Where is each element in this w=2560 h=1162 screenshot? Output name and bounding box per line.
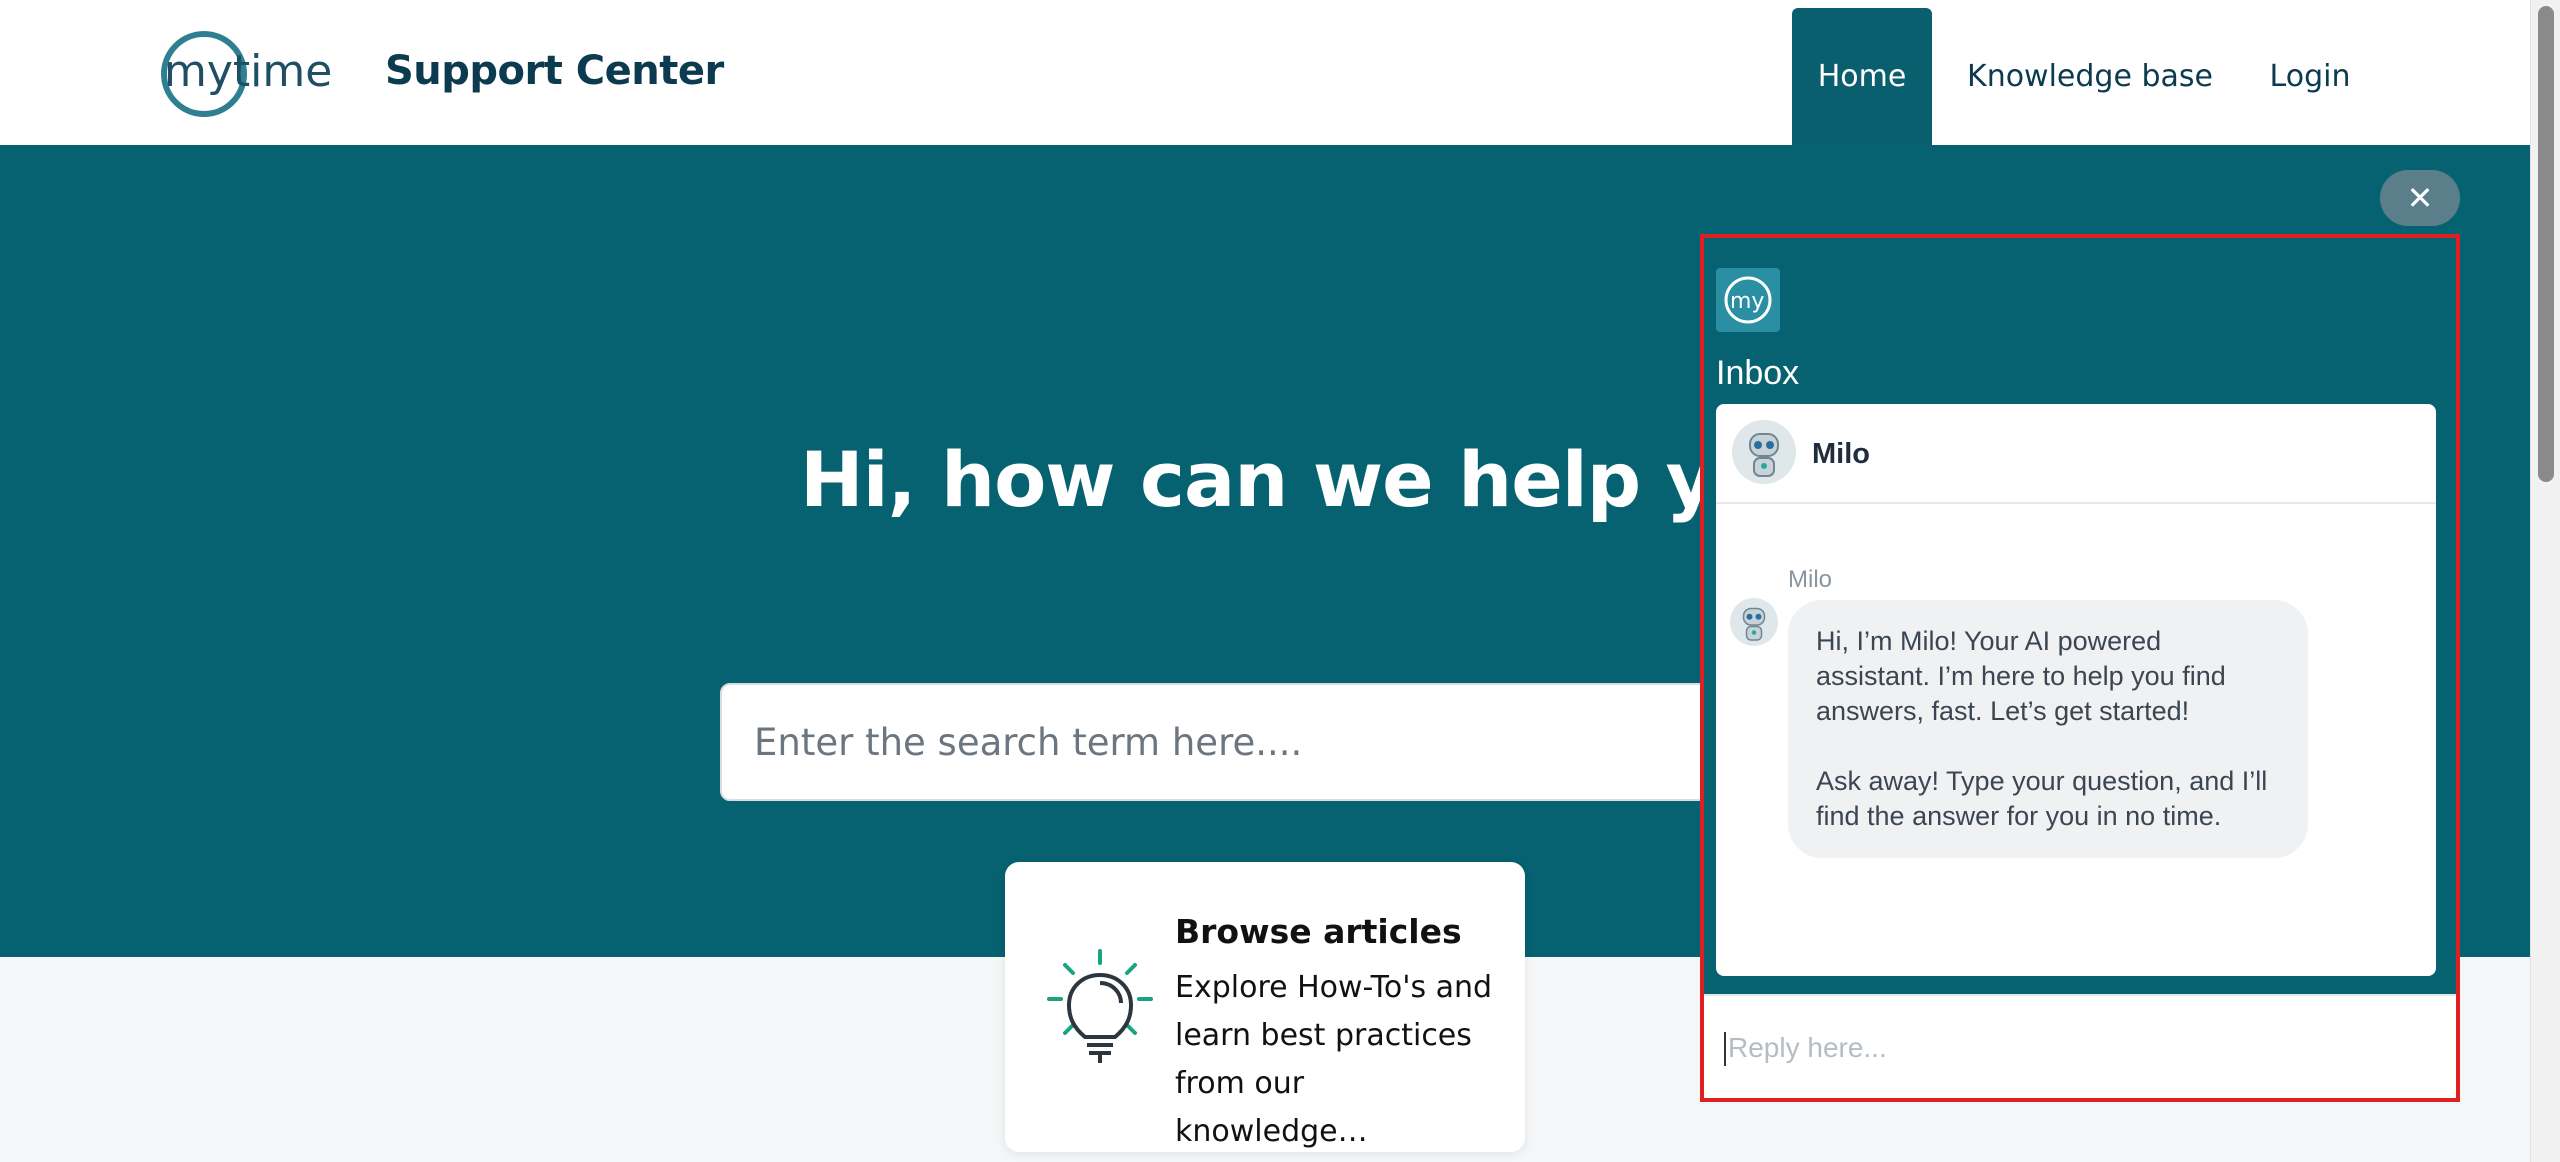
card-title: Browse articles [1175, 912, 1462, 951]
nav-knowledge-base[interactable]: Knowledge base [1960, 8, 2220, 145]
chat-widget: my Inbox Milo Milo Hi, I’m Milo! Your AI… [1700, 234, 2460, 1102]
inbox-title: Inbox [1716, 354, 1800, 392]
message-paragraph-1: Hi, I’m Milo! Your AI powered assistant.… [1816, 626, 2226, 726]
message-sender: Milo [1788, 566, 1833, 593]
conversation-panel: Milo Milo Hi, I’m Milo! Your AI powered … [1716, 404, 2436, 976]
svg-text:my: my [1730, 289, 1764, 314]
agent-name: Milo [1812, 438, 1870, 470]
card-description: Explore How-To's and learn best practice… [1175, 970, 1493, 1149]
milo-avatar-small [1730, 598, 1778, 646]
conversation-header: Milo [1716, 404, 2436, 504]
reply-placeholder: Reply here... [1728, 1032, 1887, 1063]
search-input[interactable]: Enter the search term here.... [720, 683, 1720, 801]
milo-avatar [1732, 420, 1796, 484]
text-caret [1724, 1032, 1726, 1066]
nav-login[interactable]: Login [2250, 8, 2370, 145]
message-paragraph-2: Ask away! Type your question, and I’ll f… [1816, 766, 2268, 831]
message-bubble: Hi, I’m Milo! Your AI powered assistant.… [1788, 600, 2308, 858]
mytime-logo[interactable]: mytime [158, 28, 364, 120]
site-title[interactable]: Support Center [385, 48, 724, 94]
lightbulb-icon [1045, 947, 1155, 1072]
mytime-chat-logo: my [1716, 268, 1780, 332]
close-chat-button[interactable]: ✕ [2380, 170, 2460, 226]
site-header: mytime Support Center Home Knowledge bas… [0, 0, 2530, 145]
page-scrollbar[interactable] [2530, 0, 2560, 1162]
browse-articles-card[interactable]: Browse articles Explore How-To's and lea… [1005, 862, 1525, 1152]
nav-home[interactable]: Home [1792, 8, 1932, 145]
reply-input[interactable]: Reply here... [1704, 994, 2456, 1098]
search-placeholder: Enter the search term here.... [754, 721, 1303, 764]
svg-text:mytime: mytime [164, 46, 332, 97]
scrollbar-thumb[interactable] [2538, 6, 2554, 482]
